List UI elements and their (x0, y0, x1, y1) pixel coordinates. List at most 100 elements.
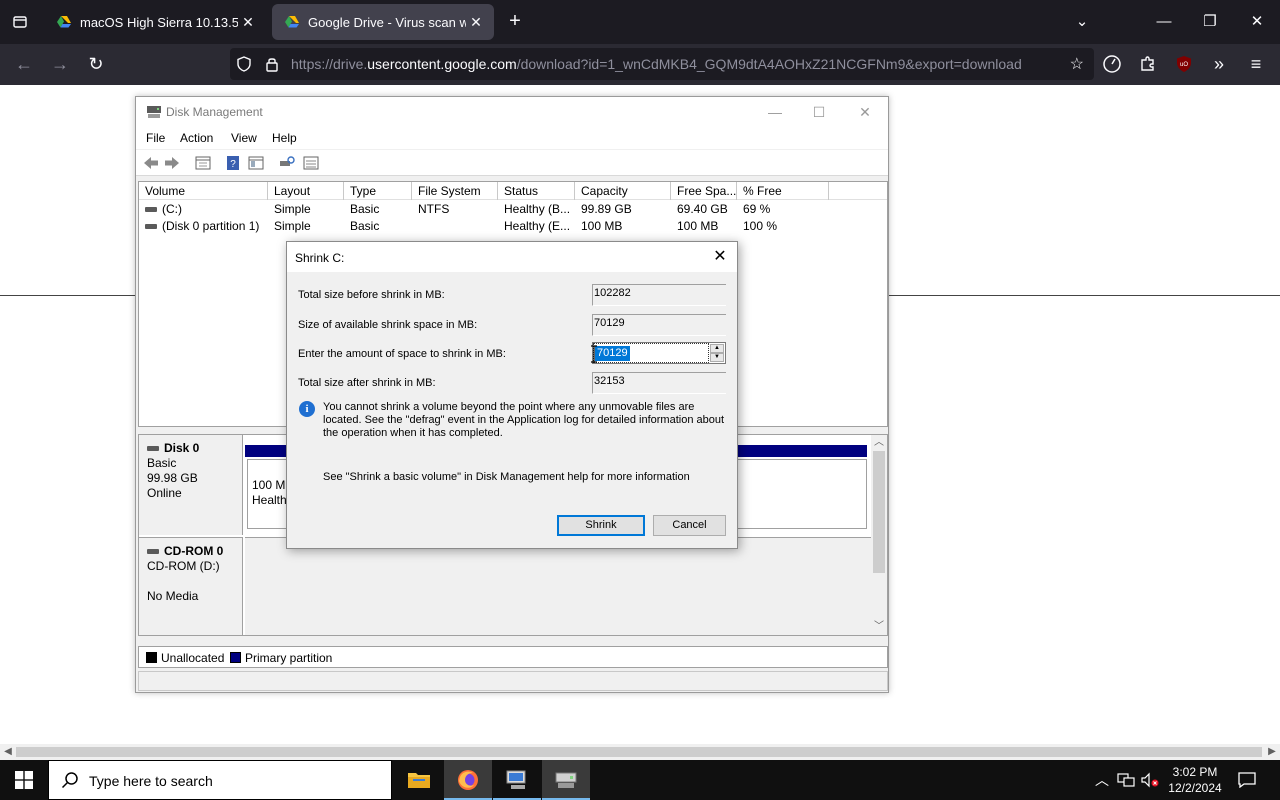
show-hide-console-icon[interactable] (247, 155, 265, 171)
scroll-left-icon[interactable]: ◀ (0, 744, 16, 760)
volume-name: (C:) (162, 202, 182, 216)
lock-icon[interactable] (262, 54, 282, 74)
back-icon[interactable]: ← (12, 52, 36, 76)
close-window-icon[interactable]: ✕ (842, 97, 888, 127)
close-tab-icon[interactable]: ✕ (466, 14, 486, 31)
disk-0-label[interactable]: Disk 0 Basic 99.98 GB Online (139, 435, 243, 535)
shrink-amount-selected-text: 70129 (595, 346, 630, 361)
rescan-disks-icon[interactable] (278, 155, 296, 171)
notifications-icon[interactable] (1237, 770, 1257, 790)
url-text[interactable]: https://drive.usercontent.google.com/dow… (291, 56, 1022, 72)
help-icon[interactable]: ? (224, 155, 242, 171)
chevron-up-icon[interactable]: ︿ (1092, 770, 1112, 790)
new-tab-button[interactable]: + (503, 10, 527, 34)
url-prefix: https://drive. (291, 56, 368, 72)
page-horizontal-scrollbar[interactable]: ◀ ▶ (0, 744, 1280, 760)
clock-date: 12/2/2024 (1168, 781, 1222, 795)
svg-text:uO: uO (1180, 62, 1188, 68)
forward-icon[interactable]: → (48, 52, 72, 76)
column-free-space[interactable]: Free Spa... (671, 182, 737, 200)
menu-view[interactable]: View (231, 131, 257, 145)
search-icon (61, 772, 78, 789)
disk-name: CD-ROM 0 (164, 544, 224, 558)
scroll-down-icon[interactable]: ﹀ (871, 619, 887, 635)
column-layout[interactable]: Layout (268, 182, 344, 200)
minimize-icon[interactable]: — (752, 97, 798, 127)
column-type[interactable]: Type (344, 182, 412, 200)
column-file-system[interactable]: File System (412, 182, 498, 200)
info-icon: i (299, 401, 315, 417)
file-system-cell: NTFS (418, 202, 450, 216)
drive-icon (145, 207, 157, 213)
volume-row-c[interactable]: (C:) Simple Basic NTFS Healthy (B... 99.… (139, 201, 887, 218)
volume-muted-icon[interactable] (1140, 770, 1160, 790)
scroll-thumb[interactable] (16, 747, 1262, 757)
disk-0-title: Disk 0 (147, 441, 242, 456)
firefox-app[interactable] (444, 760, 492, 800)
tab-list-icon[interactable] (8, 10, 32, 34)
cdrom-0-label[interactable]: CD-ROM 0 CD-ROM (D:) No Media (139, 537, 243, 635)
disk-management-app[interactable] (542, 760, 590, 800)
maximize-icon[interactable]: ☐ (796, 97, 842, 127)
tab-google-drive-virus-scan[interactable]: Google Drive - Virus scan warni ✕ (272, 4, 494, 40)
restore-icon[interactable]: ❐ (1198, 10, 1222, 34)
disk-management-app-icon (147, 106, 161, 118)
taskbar-search-box[interactable]: Type here to search (48, 760, 392, 800)
cancel-button[interactable]: Cancel (653, 515, 726, 536)
disk-area-scrollbar[interactable]: ︿ ﹀ (871, 435, 887, 635)
total-before-value: 102282 (592, 284, 726, 306)
system-clock[interactable]: 3:02 PM 12/2/2024 (1166, 764, 1224, 796)
extensions-puzzle-icon[interactable] (1136, 52, 1160, 76)
svg-text:?: ? (230, 159, 236, 170)
bookmark-star-icon[interactable]: ☆ (1070, 54, 1084, 74)
disk-state: No Media (147, 589, 199, 603)
column-status[interactable]: Status (498, 182, 575, 200)
shrink-button[interactable]: Shrink (557, 515, 645, 536)
properties-icon[interactable] (194, 155, 212, 171)
column-percent-free[interactable]: % Free (737, 182, 829, 200)
menu-action[interactable]: Action (180, 131, 213, 145)
extension-gauge-icon[interactable] (1100, 52, 1124, 76)
reload-icon[interactable]: ↻ (84, 52, 108, 76)
column-volume[interactable]: Volume (139, 182, 268, 200)
close-tab-icon[interactable]: ✕ (238, 14, 258, 31)
network-icon[interactable] (1116, 770, 1136, 790)
text-cursor-icon (591, 345, 597, 363)
back-arrow-icon[interactable] (142, 155, 160, 171)
shield-icon[interactable] (234, 54, 254, 74)
ublock-origin-icon[interactable]: uO (1172, 52, 1196, 76)
volume-list-header: Volume Layout Type File System Status Ca… (139, 182, 887, 200)
url-bar[interactable]: https://drive.usercontent.google.com/dow… (230, 48, 1094, 80)
volume-row-disk0-partition1[interactable]: (Disk 0 partition 1) Simple Basic Health… (139, 218, 887, 235)
menu-file[interactable]: File (146, 131, 165, 145)
chevron-down-icon[interactable]: ⌄ (1070, 10, 1094, 34)
overflow-chevron-icon[interactable]: » (1207, 52, 1231, 76)
windows-logo-icon (15, 771, 33, 789)
shrink-amount-stepper[interactable]: 70129 ▲ ▼ (592, 342, 726, 364)
url-path: /download?id=1_wnCdMKB4_GQM9dtA4AOHxZ21N… (516, 56, 1022, 72)
spin-down-icon[interactable]: ▼ (710, 353, 724, 362)
remote-desktop-app[interactable] (493, 760, 541, 800)
disk-management-titlebar[interactable]: Disk Management — ☐ ✕ (136, 97, 888, 127)
scroll-up-icon[interactable]: ︿ (871, 435, 887, 451)
forward-arrow-icon[interactable] (163, 155, 181, 171)
file-system-cell (412, 218, 498, 235)
shrink-dialog-titlebar[interactable]: Shrink C: ✕ (287, 242, 737, 272)
status-cell: Healthy (E... (504, 219, 571, 233)
scroll-thumb[interactable] (873, 451, 885, 573)
close-dialog-icon[interactable]: ✕ (709, 246, 731, 268)
scroll-right-icon[interactable]: ▶ (1264, 744, 1280, 760)
spin-up-icon[interactable]: ▲ (710, 344, 724, 353)
list-view-icon[interactable] (302, 155, 320, 171)
menu-help[interactable]: Help (272, 131, 297, 145)
google-drive-icon (57, 16, 71, 28)
minimize-icon[interactable]: — (1152, 10, 1176, 34)
legend-primary: Primary partition (245, 651, 333, 665)
hamburger-menu-icon[interactable]: ≡ (1244, 52, 1268, 76)
close-window-icon[interactable]: ✕ (1245, 10, 1269, 34)
column-capacity[interactable]: Capacity (575, 182, 671, 200)
file-explorer-app[interactable] (395, 760, 443, 800)
tab-macos-iso[interactable]: macOS High Sierra 10.13.5.iso - ✕ (44, 4, 266, 40)
url-host: usercontent.google.com (367, 56, 517, 72)
start-button[interactable] (0, 760, 48, 800)
